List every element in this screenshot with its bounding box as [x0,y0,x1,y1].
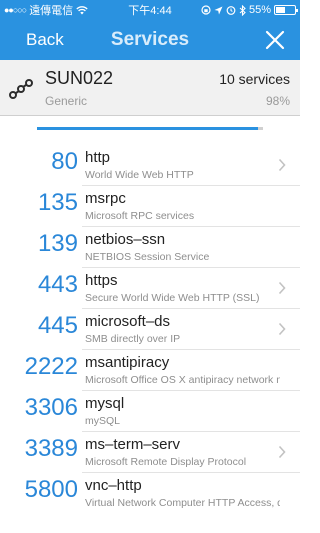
service-port: 443 [37,271,78,298]
service-port: 80 [51,148,78,175]
lock-rotation-icon [201,5,211,15]
service-name: microsoft–ds [85,313,171,330]
service-port: 3306 [24,394,78,421]
bluetooth-icon [239,4,246,16]
service-name: msantipiracy [85,354,170,371]
service-row-http[interactable]: 80 http World Wide Web HTTP [0,145,300,186]
service-port: 2222 [24,353,78,380]
network-nodes-icon [9,79,33,99]
chevron-right-icon[interactable] [278,445,286,459]
scan-percent: 98% [265,94,290,108]
chevron-right-icon[interactable] [278,158,286,172]
service-row-msantipiracy[interactable]: 2222 msantipiracy Microsoft Office OS X an… [0,350,300,391]
alarm-icon [226,6,236,15]
service-description: Virtual Network Computer HTTP Access, di… [85,497,280,509]
service-row-msrpc[interactable]: 135 msrpc Microsoft RPC services [0,186,300,227]
service-list: 80 http World Wide Web HTTP 135 msrpc Microso… [0,145,300,514]
service-name: ms–term–serv [85,436,181,453]
service-row-microsoft-ds[interactable]: 445 microsoft–ds SMB directly over IP [0,309,300,350]
service-description: Microsoft RPC services [85,210,195,222]
service-port: 5800 [24,476,78,503]
device-type: Generic [45,94,88,108]
service-name: msrpc [85,190,126,207]
chevron-right-icon[interactable] [278,322,286,336]
service-row-mysql[interactable]: 3306 mysql mySQL [0,391,300,432]
service-port: 139 [37,230,78,257]
service-count: 10 services [219,71,290,87]
carrier-name: 遠傳電信 [29,5,74,17]
status-right: 55% [201,4,298,16]
service-description: NETBIOS Session Service [85,251,210,263]
service-row-netbios-ssn[interactable]: 139 netbios–ssn NETBIOS Session Service [0,227,300,268]
service-description: mySQL [85,415,121,427]
status-bar: ●●○○○ 遠傳電信 下午4:44 55% [0,0,300,20]
service-port: 135 [37,189,78,216]
service-row-https[interactable]: 443 https Secure World Wide Web HTTP (SSL) [0,268,300,309]
chevron-right-icon[interactable] [278,281,286,295]
service-name: vnc–http [85,477,142,494]
service-name: netbios–ssn [85,231,166,248]
signal-strength-icon: ●●○○○ [4,5,27,15]
service-port: 3389 [24,435,78,462]
service-row-ms-term-serv[interactable]: 3389 ms–term–serv Microsoft Remote Display… [0,432,300,473]
location-arrow-icon [214,6,223,14]
scan-progress-bar [37,127,263,130]
scan-progress-fill [37,127,259,130]
service-name: https [85,272,118,289]
service-description: Microsoft Office OS X antipiracy network… [85,374,280,386]
service-row-vnc-http[interactable]: 5800 vnc–http Virtual Network Computer HTT… [0,473,300,514]
service-name: mysql [85,395,125,412]
service-description: SMB directly over IP [85,333,181,345]
battery-icon [274,5,298,15]
device-header: SUN022 Generic 10 services 98% [0,60,300,116]
service-name: http [85,149,111,166]
device-name: SUN022 [45,68,114,88]
service-description: Microsoft Remote Display Protocol [85,456,247,468]
battery-percent: 55% [248,4,271,16]
service-port: 445 [37,312,78,339]
status-left: ●●○○○ 遠傳電信 [4,2,88,18]
service-description: World Wide Web HTTP [85,169,194,181]
nav-bar: Back Services [0,20,300,60]
close-icon[interactable] [264,29,286,51]
back-button[interactable]: Back [26,30,64,50]
wifi-icon [76,5,88,14]
battery-fill [276,7,285,13]
service-description: Secure World Wide Web HTTP (SSL) [85,292,260,304]
